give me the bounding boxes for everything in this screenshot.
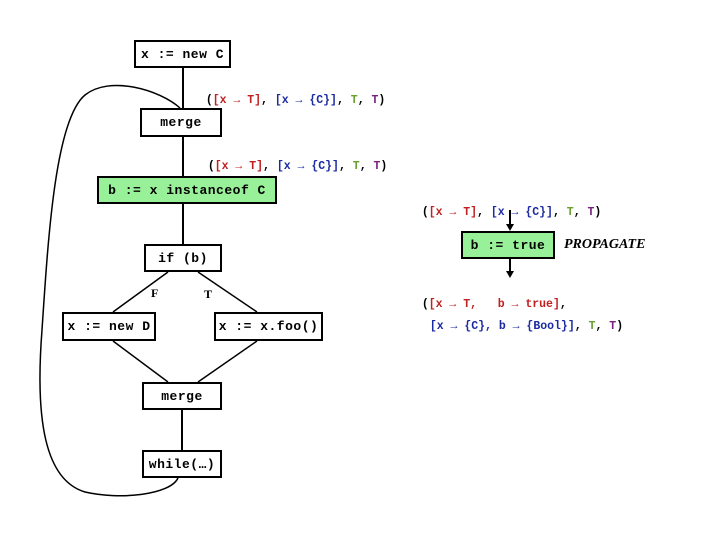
state-sep: , — [574, 320, 589, 333]
state-before-propagate: ([x → T], [x → {C}], T, T) — [408, 193, 602, 219]
state-after-merge: ([x → T], [x → {C}], T, T) — [194, 147, 388, 173]
state-sep: , — [552, 206, 567, 219]
state-sep: , — [573, 206, 588, 219]
state-part-2: [x → {C}] — [276, 160, 339, 173]
arrowhead-out-propagate — [506, 271, 514, 278]
state-close: ) — [380, 160, 388, 173]
state-close: ) — [616, 320, 624, 333]
state-open: ( — [207, 160, 215, 173]
edge-if-newd — [112, 271, 169, 313]
state-part-3: T — [350, 94, 358, 107]
node-new-c: x := new C — [134, 40, 231, 68]
state-part-3: T — [566, 206, 574, 219]
state-sep: , — [336, 94, 351, 107]
state-sep: , — [263, 160, 277, 173]
node-merge-top: merge — [140, 108, 222, 137]
state-part-1: [x → T] — [212, 94, 262, 107]
state-part-2: [x → {C}] — [490, 206, 553, 219]
edge-label-false: F — [151, 286, 159, 300]
state-open: ( — [421, 206, 429, 219]
state-part-3: T — [352, 160, 360, 173]
node-foo: x := x.foo() — [214, 312, 323, 341]
state-sep: , — [477, 206, 491, 219]
edge-newd-merge — [112, 340, 169, 383]
node-b-true: b := true — [461, 231, 555, 259]
state-part-1: [x → T] — [428, 206, 478, 219]
state-close: ) — [378, 94, 386, 107]
state-after-new-c: ([x → T], [x → {C}], T, T) — [192, 81, 386, 107]
state-part-2: [x → {C}, b → {Bool}] — [429, 320, 575, 333]
state-sep: , — [359, 160, 374, 173]
state-part-1: [x → T] — [214, 160, 264, 173]
node-instanceof: b := x instanceof C — [97, 176, 277, 204]
state-open: ( — [205, 94, 213, 107]
edge-label-true: T — [204, 287, 213, 301]
state-sep: , — [338, 160, 353, 173]
node-while: while(…) — [142, 450, 222, 478]
state-sep: , — [357, 94, 372, 107]
node-merge-bottom: merge — [142, 382, 222, 410]
state-after-propagate-line-2: [x → {C}, b → {Bool}], T, T) — [416, 307, 623, 333]
state-sep: , — [261, 94, 275, 107]
edge-foo-merge — [197, 340, 258, 383]
node-new-d: x := new D — [62, 312, 156, 341]
state-sep: , — [595, 320, 610, 333]
node-if-b: if (b) — [144, 244, 222, 272]
propagate-annotation: PROPAGATE — [564, 237, 646, 252]
state-part-2: [x → {C}] — [274, 94, 337, 107]
edge-loop-back — [39, 84, 181, 497]
state-close: ) — [594, 206, 602, 219]
arrowhead-into-propagate — [506, 224, 514, 231]
